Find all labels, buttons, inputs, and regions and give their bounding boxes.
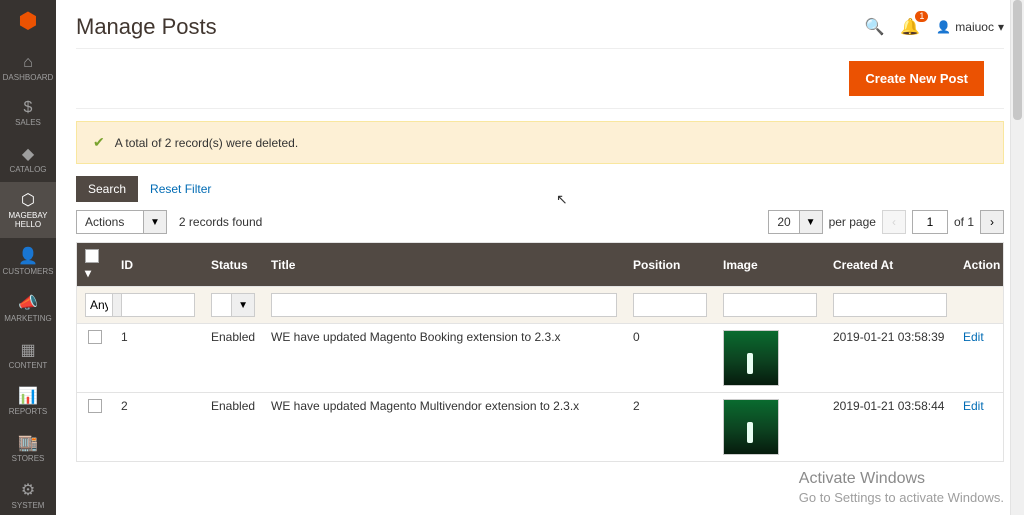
cell-status: Enabled (203, 393, 263, 462)
filter-row: ▼ ▼ (77, 287, 1003, 324)
top-actions: 🔍 🔔1 👤 maiuoc ▾ (864, 17, 1004, 37)
page-size-select[interactable]: 20 ▼ (768, 210, 822, 234)
grid-toolbar: Actions ▼ 2 records found 20 ▼ per page … (76, 210, 1004, 234)
col-header-image[interactable]: Image (715, 243, 825, 287)
nav-marketing[interactable]: 📣MARKETING (0, 285, 56, 332)
reports-icon: 📊 (18, 386, 38, 406)
nav-content[interactable]: ▦CONTENT (0, 332, 56, 379)
search-icon[interactable]: 🔍 (864, 17, 884, 37)
filter-position-input[interactable] (633, 293, 707, 317)
col-header-position[interactable]: Position (625, 243, 715, 287)
next-page-button[interactable]: › (980, 210, 1004, 234)
content-icon: ▦ (20, 340, 35, 360)
dashboard-icon: ⌂ (23, 54, 33, 72)
mass-action-toggle[interactable]: ▼ (144, 210, 167, 234)
cell-id: 2 (113, 393, 203, 462)
hex-icon: ⬡ (21, 190, 35, 210)
user-icon: 👤 (936, 20, 951, 34)
notifications-icon[interactable]: 🔔1 (900, 17, 920, 37)
col-header-title[interactable]: Title (263, 243, 625, 287)
cell-created: 2019-01-21 03:58:44 (825, 393, 955, 462)
cell-id: 1 (113, 324, 203, 393)
col-header-id[interactable]: ID (113, 243, 203, 287)
topbar: Manage Posts 🔍 🔔1 👤 maiuoc ▾ (56, 0, 1024, 48)
catalog-icon: ◆ (22, 144, 34, 164)
nav-stores[interactable]: 🏬STORES (0, 425, 56, 472)
edit-link[interactable]: Edit (963, 399, 984, 413)
filter-title-input[interactable] (271, 293, 617, 317)
cell-image-thumb (723, 330, 779, 386)
page-input[interactable] (912, 210, 948, 234)
page-title: Manage Posts (76, 14, 217, 40)
table-row[interactable]: 2 Enabled WE have updated Magento Multiv… (77, 393, 1003, 462)
filter-status-select[interactable] (211, 293, 232, 317)
filter-toolbar: Search Reset Filter (76, 176, 1004, 202)
records-count: 2 records found (179, 215, 262, 229)
col-header-checkbox[interactable]: ▾ (77, 243, 113, 287)
mass-action-value: Actions (76, 210, 144, 234)
page-of-label: of 1 (954, 215, 974, 229)
action-bar: Create New Post (76, 48, 1004, 109)
message-text: A total of 2 record(s) were deleted. (115, 136, 298, 150)
notif-badge: 1 (915, 11, 928, 22)
cell-created: 2019-01-21 03:58:39 (825, 324, 955, 393)
scrollthumb[interactable] (1013, 0, 1022, 120)
success-message: ✔ A total of 2 record(s) were deleted. (76, 121, 1004, 164)
filter-created-input[interactable] (833, 293, 947, 317)
customers-icon: 👤 (18, 246, 38, 266)
reset-filter-link[interactable]: Reset Filter (150, 182, 211, 196)
nav-sales[interactable]: $SALES (0, 91, 56, 136)
marketing-icon: 📣 (18, 293, 38, 313)
cell-title: WE have updated Magento Booking extensio… (263, 324, 625, 393)
cell-image-thumb (723, 399, 779, 455)
col-header-action: Action (955, 243, 1003, 287)
nav-system[interactable]: ⚙SYSTEM (0, 472, 56, 515)
grid-table: ▾ ID Status Title Position Image Created… (76, 242, 1004, 462)
stores-icon: 🏬 (18, 433, 38, 453)
cell-status: Enabled (203, 324, 263, 393)
cell-title: WE have updated Magento Multivendor exte… (263, 393, 625, 462)
create-new-post-button[interactable]: Create New Post (849, 61, 984, 96)
chevron-down-icon: ▾ (998, 20, 1004, 34)
check-icon: ✔ (93, 134, 105, 151)
filter-checkbox-select[interactable] (85, 293, 113, 317)
edit-link[interactable]: Edit (963, 330, 984, 344)
page-size-toggle[interactable]: ▼ (800, 210, 823, 234)
per-page-label: per page (829, 215, 876, 229)
main-content: Manage Posts 🔍 🔔1 👤 maiuoc ▾ Create New Po… (56, 0, 1024, 515)
system-icon: ⚙ (21, 480, 35, 500)
filter-status-toggle[interactable]: ▼ (232, 293, 255, 317)
col-header-status[interactable]: Status (203, 243, 263, 287)
filter-id-input[interactable] (121, 293, 195, 317)
nav-catalog[interactable]: ◆CATALOG (0, 136, 56, 183)
search-button[interactable]: Search (76, 176, 138, 202)
page-size-value: 20 (768, 210, 799, 234)
sidebar: ⬢ ⌂DASHBOARD $SALES ◆CATALOG ⬡MAGEBAY HE… (0, 0, 56, 515)
cell-position: 0 (625, 324, 715, 393)
scrollbar[interactable] (1010, 0, 1024, 515)
username: maiuoc (955, 20, 994, 34)
sales-icon: $ (24, 99, 33, 117)
mass-action-select[interactable]: Actions ▼ (76, 210, 167, 234)
filter-image-input[interactable] (723, 293, 817, 317)
row-checkbox[interactable] (88, 399, 102, 413)
row-checkbox[interactable] (88, 330, 102, 344)
nav-dashboard[interactable]: ⌂DASHBOARD (0, 46, 56, 91)
user-menu[interactable]: 👤 maiuoc ▾ (936, 20, 1004, 34)
prev-page-button[interactable]: ‹ (882, 210, 906, 234)
table-row[interactable]: 1 Enabled WE have updated Magento Bookin… (77, 324, 1003, 393)
nav-magebay-hello[interactable]: ⬡MAGEBAY HELLO (0, 182, 56, 238)
cell-position: 2 (625, 393, 715, 462)
logo-icon: ⬢ (18, 8, 37, 34)
nav-customers[interactable]: 👤CUSTOMERS (0, 238, 56, 285)
col-header-created[interactable]: Created At (825, 243, 955, 287)
nav-reports[interactable]: 📊REPORTS (0, 378, 56, 425)
